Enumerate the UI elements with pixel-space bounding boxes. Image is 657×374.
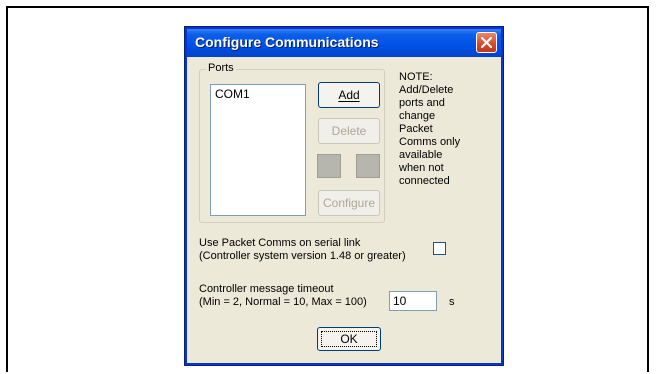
ports-group: Ports COM1 Add Delete Configure xyxy=(199,62,385,223)
port-status-indicator-2 xyxy=(356,154,380,178)
packet-comms-checkbox[interactable] xyxy=(433,242,446,255)
configure-button-label: Configure xyxy=(322,196,376,210)
timeout-unit: s xyxy=(449,296,455,308)
port-status-indicator-1 xyxy=(317,154,341,178)
ok-button[interactable]: OK xyxy=(317,327,381,351)
timeout-label-line1: Controller message timeout xyxy=(199,283,334,295)
configure-button[interactable]: Configure xyxy=(318,190,380,216)
packet-comms-label-line2: (Controller system version 1.48 or great… xyxy=(199,250,406,262)
title-bar[interactable]: Configure Communications xyxy=(187,29,501,57)
ports-listbox[interactable]: COM1 xyxy=(210,84,306,216)
configure-communications-dialog: Configure Communications Ports COM1 Add … xyxy=(184,26,504,366)
packet-comms-label-line1: Use Packet Comms on serial link xyxy=(199,237,361,249)
packet-comms-label: Use Packet Comms on serial link (Control… xyxy=(199,237,406,263)
timeout-input[interactable] xyxy=(389,291,437,311)
close-icon xyxy=(481,37,492,48)
screenshot-frame: Configure Communications Ports COM1 Add … xyxy=(6,6,649,372)
timeout-label-line2: (Min = 2, Normal = 10, Max = 100) xyxy=(199,296,367,308)
dialog-title: Configure Communications xyxy=(195,34,379,50)
add-button[interactable]: Add xyxy=(318,82,380,108)
close-button[interactable] xyxy=(476,32,497,53)
ok-focus-rect xyxy=(321,331,377,347)
port-item-com1[interactable]: COM1 xyxy=(215,87,250,101)
timeout-label: Controller message timeout (Min = 2, Nor… xyxy=(199,283,367,309)
delete-button[interactable]: Delete xyxy=(318,118,380,144)
ports-group-label: Ports xyxy=(206,62,236,74)
note-text: NOTE: Add/Delete ports and change Packet… xyxy=(399,71,461,187)
add-button-label: Add xyxy=(338,88,360,102)
delete-button-label: Delete xyxy=(331,124,367,138)
